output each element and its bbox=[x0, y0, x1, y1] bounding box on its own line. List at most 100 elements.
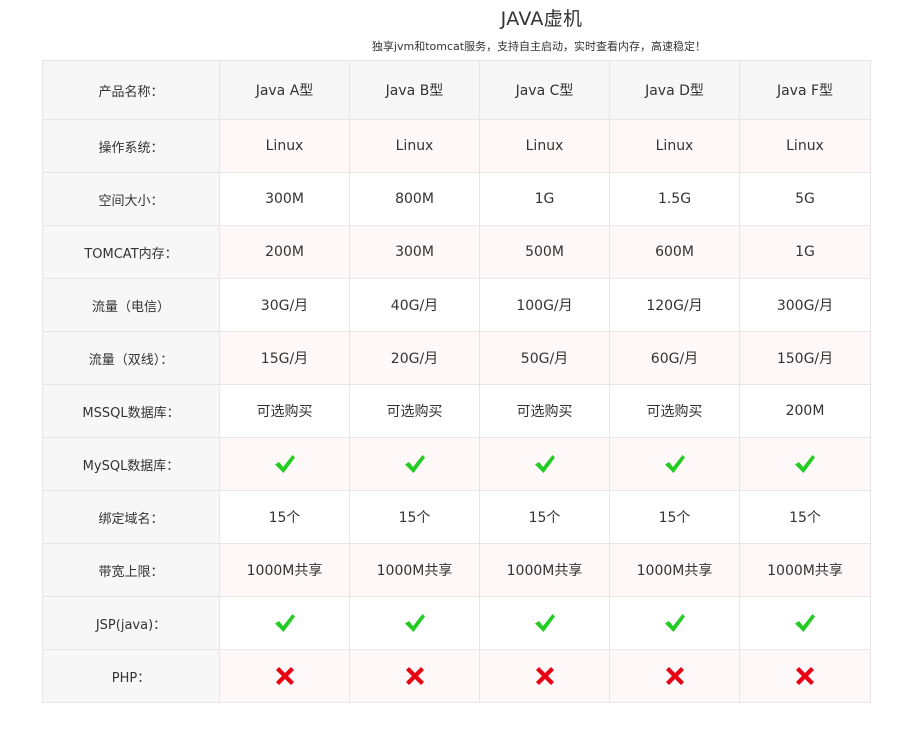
table-row: PHP： bbox=[42, 649, 871, 703]
table-cell: 150G/月 bbox=[739, 331, 871, 385]
row-label: 流量（电信） bbox=[42, 278, 220, 332]
table-cell: 可选购买 bbox=[609, 384, 740, 438]
table-row: JSP(java)： bbox=[42, 596, 871, 650]
table-cell: 1000M共享 bbox=[219, 543, 350, 597]
row-label: 绑定域名： bbox=[42, 490, 220, 544]
check-icon bbox=[794, 613, 816, 633]
table-cell: 1000M共享 bbox=[609, 543, 740, 597]
table-cell: 800M bbox=[349, 172, 480, 226]
table-cell bbox=[479, 649, 610, 703]
table-row: 操作系统： Linux Linux Linux Linux Linux bbox=[42, 119, 871, 173]
table-cell: Linux bbox=[219, 119, 350, 173]
table-cell: 20G/月 bbox=[349, 331, 480, 385]
table-cell bbox=[609, 437, 740, 491]
table-cell: Linux bbox=[479, 119, 610, 173]
table-cell: 100G/月 bbox=[479, 278, 610, 332]
table-cell: 200M bbox=[219, 225, 350, 279]
table-row: 空间大小： 300M 800M 1G 1.5G 5G bbox=[42, 172, 871, 226]
table-cell: 可选购买 bbox=[479, 384, 610, 438]
table-cell: 60G/月 bbox=[609, 331, 740, 385]
plan-name: Java D型 bbox=[609, 60, 740, 120]
table-cell bbox=[479, 596, 610, 650]
table-cell: 300M bbox=[219, 172, 350, 226]
table-cell: Linux bbox=[349, 119, 480, 173]
table-cell: 15个 bbox=[609, 490, 740, 544]
cross-icon bbox=[535, 667, 554, 685]
cross-icon bbox=[796, 667, 814, 685]
table-cell bbox=[349, 596, 480, 650]
table-cell bbox=[219, 596, 350, 650]
table-cell bbox=[739, 649, 871, 703]
table-cell: Linux bbox=[739, 119, 871, 173]
row-label: MSSQL数据库： bbox=[42, 384, 220, 438]
table-header-row: 产品名称： Java A型 Java B型 Java C型 Java D型 Ja… bbox=[42, 60, 871, 120]
table-cell: 可选购买 bbox=[349, 384, 480, 438]
table-cell: 300M bbox=[349, 225, 480, 279]
cross-icon bbox=[275, 667, 294, 685]
table-cell bbox=[739, 437, 871, 491]
table-cell: 1.5G bbox=[609, 172, 740, 226]
table-cell: 可选购买 bbox=[219, 384, 350, 438]
plan-name: Java B型 bbox=[349, 60, 480, 120]
table-cell: 15个 bbox=[349, 490, 480, 544]
check-icon bbox=[274, 454, 296, 474]
row-label: PHP： bbox=[42, 649, 220, 703]
table-cell: 50G/月 bbox=[479, 331, 610, 385]
cross-icon bbox=[405, 667, 424, 685]
table-row: TOMCAT内存： 200M 300M 500M 600M 1G bbox=[42, 225, 871, 279]
plan-name: Java A型 bbox=[219, 60, 350, 120]
plan-name: Java C型 bbox=[479, 60, 610, 120]
table-cell bbox=[739, 596, 871, 650]
row-label: MySQL数据库： bbox=[42, 437, 220, 491]
row-label: 带宽上限： bbox=[42, 543, 220, 597]
table-cell: 500M bbox=[479, 225, 610, 279]
table-cell: 300G/月 bbox=[739, 278, 871, 332]
page-title: JAVA虚机 bbox=[500, 8, 583, 30]
table-cell: 120G/月 bbox=[609, 278, 740, 332]
table-cell: 15G/月 bbox=[219, 331, 350, 385]
table-cell: Linux bbox=[609, 119, 740, 173]
table-row: MSSQL数据库： 可选购买 可选购买 可选购买 可选购买 200M bbox=[42, 384, 871, 438]
table-cell: 15个 bbox=[739, 490, 871, 544]
check-icon bbox=[404, 613, 426, 633]
table-cell: 1G bbox=[479, 172, 610, 226]
table-row: 流量（电信） 30G/月 40G/月 100G/月 120G/月 300G/月 bbox=[42, 278, 871, 332]
check-icon bbox=[664, 613, 686, 633]
check-icon bbox=[404, 454, 426, 474]
check-icon bbox=[534, 454, 556, 474]
table-cell: 1000M共享 bbox=[349, 543, 480, 597]
table-cell bbox=[219, 649, 350, 703]
cross-icon bbox=[665, 667, 684, 685]
check-icon bbox=[534, 613, 556, 633]
table-cell: 1000M共享 bbox=[479, 543, 610, 597]
table-cell bbox=[349, 437, 480, 491]
row-label: 产品名称： bbox=[42, 60, 220, 120]
check-icon bbox=[664, 454, 686, 474]
row-label: 流量（双线）： bbox=[42, 331, 220, 385]
row-label: 操作系统： bbox=[42, 119, 220, 173]
page-subtitle: 独享jvm和tomcat服务，支持自主启动，实时查看内存，高速稳定！ bbox=[371, 40, 707, 53]
table-cell: 200M bbox=[739, 384, 871, 438]
row-label: JSP(java)： bbox=[42, 596, 220, 650]
table-cell: 600M bbox=[609, 225, 740, 279]
table-cell bbox=[479, 437, 610, 491]
check-icon bbox=[274, 613, 296, 633]
table-cell: 30G/月 bbox=[219, 278, 350, 332]
page: JAVA虚机 独享jvm和tomcat服务，支持自主启动，实时查看内存，高速稳定… bbox=[0, 0, 909, 734]
table-cell bbox=[349, 649, 480, 703]
row-label: 空间大小： bbox=[42, 172, 220, 226]
table-row: MySQL数据库： bbox=[42, 437, 871, 491]
check-icon bbox=[794, 454, 816, 474]
table-row: 带宽上限： 1000M共享 1000M共享 1000M共享 1000M共享 1000M共享 bbox=[42, 543, 871, 597]
table-cell: 1G bbox=[739, 225, 871, 279]
table-row: 绑定域名： 15个 15个 15个 15个 15个 bbox=[42, 490, 871, 544]
plan-name: Java F型 bbox=[739, 60, 871, 120]
table-cell bbox=[219, 437, 350, 491]
table-cell bbox=[609, 649, 740, 703]
table-cell: 1000M共享 bbox=[739, 543, 871, 597]
table-cell: 40G/月 bbox=[349, 278, 480, 332]
row-label: TOMCAT内存： bbox=[42, 225, 220, 279]
table-cell bbox=[609, 596, 740, 650]
plan-comparison-table: 产品名称： Java A型 Java B型 Java C型 Java D型 Ja… bbox=[42, 60, 871, 703]
table-row: 流量（双线）： 15G/月 20G/月 50G/月 60G/月 150G/月 bbox=[42, 331, 871, 385]
